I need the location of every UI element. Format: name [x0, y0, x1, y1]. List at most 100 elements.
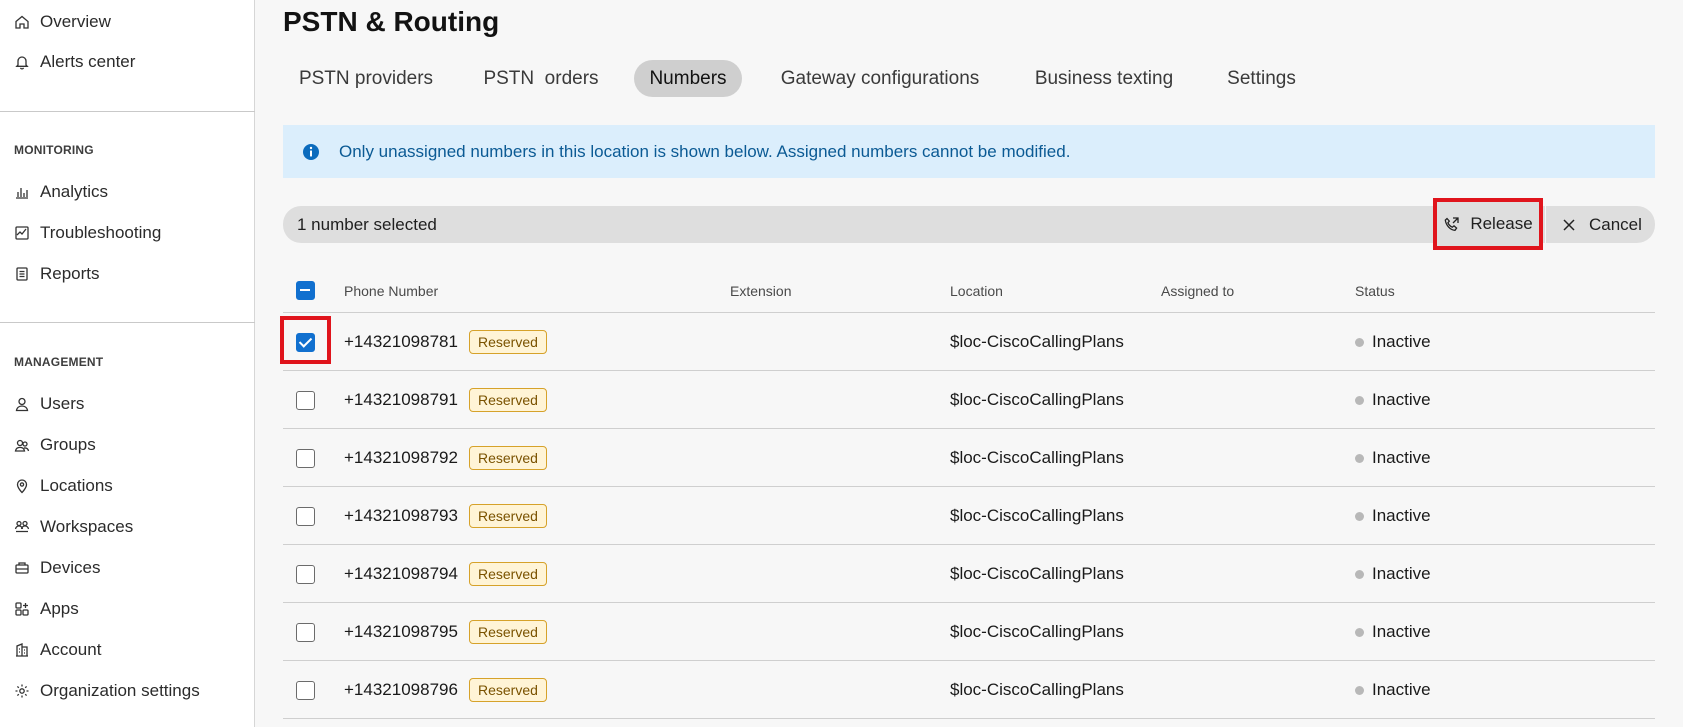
sidebar-item-reports[interactable]: Reports [14, 258, 100, 290]
table-row[interactable]: +14321098781 Reserved $loc-CiscoCallingP… [283, 313, 1655, 371]
sidebar-item-analytics[interactable]: Analytics [14, 176, 108, 208]
release-button-label: Release [1470, 214, 1533, 233]
button-separator [1545, 206, 1546, 243]
user-icon [15, 397, 29, 412]
sidebar-item-groups[interactable]: Groups [14, 429, 96, 461]
table-row[interactable]: +14321098795 Reserved $loc-CiscoCallingP… [283, 603, 1655, 661]
info-banner-text: Only unassigned numbers in this location… [339, 141, 1071, 161]
status-cell: Inactive [1372, 622, 1431, 641]
row-checkbox[interactable] [296, 507, 315, 526]
status-dot [1355, 338, 1364, 347]
column-header-location[interactable]: Location [950, 283, 1003, 299]
status-badge: Reserved [469, 678, 547, 702]
sidebar-divider [0, 111, 255, 112]
workspace-icon [14, 520, 30, 533]
account-icon [16, 643, 28, 657]
row-checkbox[interactable] [296, 681, 315, 700]
row-checkbox[interactable] [296, 449, 315, 468]
gear-icon [15, 684, 29, 698]
status-dot [1355, 396, 1364, 405]
status-dot [1355, 454, 1364, 463]
cancel-button-label: Cancel [1589, 214, 1642, 234]
status-badge: Reserved [469, 388, 547, 412]
cancel-button[interactable]: Cancel [1561, 206, 1642, 243]
column-header-assigned-to[interactable]: Assigned to [1161, 283, 1234, 299]
sidebar: Overview Alerts center MONITORING Analyt… [0, 0, 255, 727]
tab-business-texting[interactable]: Business texting [1017, 60, 1191, 97]
status-badge: Reserved [469, 562, 547, 586]
phone-number-cell: +14321098781 [344, 332, 458, 351]
column-header-extension[interactable]: Extension [730, 283, 791, 299]
tab-gateway-configurations[interactable]: Gateway configurations [761, 60, 999, 97]
sidebar-item-label: Locations [40, 476, 113, 495]
phone-number-cell: +14321098793 [344, 506, 458, 525]
sidebar-item-apps[interactable]: Apps [14, 593, 79, 625]
column-header-status[interactable]: Status [1355, 283, 1395, 299]
status-badge: Reserved [469, 620, 547, 644]
sidebar-item-label: Devices [40, 558, 101, 577]
sidebar-item-workspaces[interactable]: Workspaces [14, 511, 133, 543]
table-row[interactable]: +14321098791 Reserved $loc-CiscoCallingP… [283, 371, 1655, 429]
sidebar-section-monitoring: MONITORING [14, 143, 94, 157]
close-icon [1563, 218, 1575, 231]
sidebar-item-label: Reports [40, 264, 100, 283]
device-icon [15, 562, 29, 574]
row-checkbox[interactable] [296, 565, 315, 584]
status-cell: Inactive [1372, 390, 1431, 409]
status-cell: Inactive [1372, 564, 1431, 583]
sidebar-item-label: Account [40, 640, 102, 659]
location-cell: $loc-CiscoCallingPlans [950, 448, 1124, 467]
status-cell: Inactive [1372, 506, 1431, 525]
location-cell: $loc-CiscoCallingPlans [950, 680, 1124, 699]
sidebar-item-label: Analytics [40, 182, 109, 201]
status-cell: Inactive [1372, 332, 1431, 351]
status-dot [1355, 570, 1364, 579]
sidebar-item-alerts-center[interactable]: Alerts center [14, 46, 135, 78]
tab-numbers[interactable]: Numbers [634, 60, 742, 97]
info-banner: Only unassigned numbers in this location… [283, 125, 1655, 178]
table-row[interactable]: +14321098794 Reserved $loc-CiscoCallingP… [283, 545, 1655, 603]
sidebar-item-account[interactable]: Account [14, 634, 101, 666]
phone-number-cell: +14321098795 [344, 622, 458, 641]
sidebar-item-locations[interactable]: Locations [14, 470, 113, 502]
status-badge: Reserved [469, 330, 547, 354]
table-row[interactable]: +14321098793 Reserved $loc-CiscoCallingP… [283, 487, 1655, 545]
table-row[interactable]: +14321098792 Reserved $loc-CiscoCallingP… [283, 429, 1655, 487]
sidebar-divider [0, 322, 255, 323]
sidebar-item-organization-settings[interactable]: Organization settings [14, 675, 200, 707]
location-cell: $loc-CiscoCallingPlans [950, 506, 1124, 525]
table-row[interactable]: +14321098796 Reserved $loc-CiscoCallingP… [283, 661, 1655, 719]
sidebar-item-devices[interactable]: Devices [14, 552, 100, 584]
row-checkbox[interactable] [296, 623, 315, 642]
bell-icon [15, 56, 29, 70]
tab-pstn-orders[interactable]: PSTN orders [468, 60, 614, 97]
release-button[interactable]: Release [1433, 198, 1543, 250]
phone-release-icon [1444, 216, 1459, 231]
status-badge: Reserved [469, 446, 547, 470]
document-icon [16, 267, 28, 281]
sidebar-item-overview[interactable]: Overview [14, 6, 111, 38]
sidebar-item-label: Organization settings [40, 681, 200, 700]
column-header-phone-number[interactable]: Phone Number [344, 283, 438, 299]
tab-pstn-providers[interactable]: PSTN providers [283, 60, 449, 97]
phone-number-cell: +14321098794 [344, 564, 458, 583]
phone-number-cell: +14321098792 [344, 448, 458, 467]
page-title: PSTN & Routing [283, 6, 500, 37]
select-all-checkbox[interactable] [296, 281, 315, 300]
sidebar-item-label: Workspaces [40, 517, 134, 536]
row-checkbox[interactable] [296, 391, 315, 410]
location-cell: $loc-CiscoCallingPlans [950, 564, 1124, 583]
sidebar-item-label: Overview [40, 12, 111, 31]
status-dot [1355, 628, 1364, 637]
sidebar-item-troubleshooting[interactable]: Troubleshooting [14, 217, 161, 249]
location-cell: $loc-CiscoCallingPlans [950, 332, 1124, 351]
sidebar-item-label: Troubleshooting [40, 223, 162, 242]
tab-settings[interactable]: Settings [1210, 60, 1313, 97]
home-icon [15, 15, 29, 29]
status-cell: Inactive [1372, 680, 1431, 699]
sidebar-item-users[interactable]: Users [14, 388, 84, 420]
row-checkbox[interactable] [296, 333, 315, 352]
status-cell: Inactive [1372, 448, 1431, 467]
status-badge: Reserved [469, 504, 547, 528]
pulse-icon [15, 226, 29, 240]
